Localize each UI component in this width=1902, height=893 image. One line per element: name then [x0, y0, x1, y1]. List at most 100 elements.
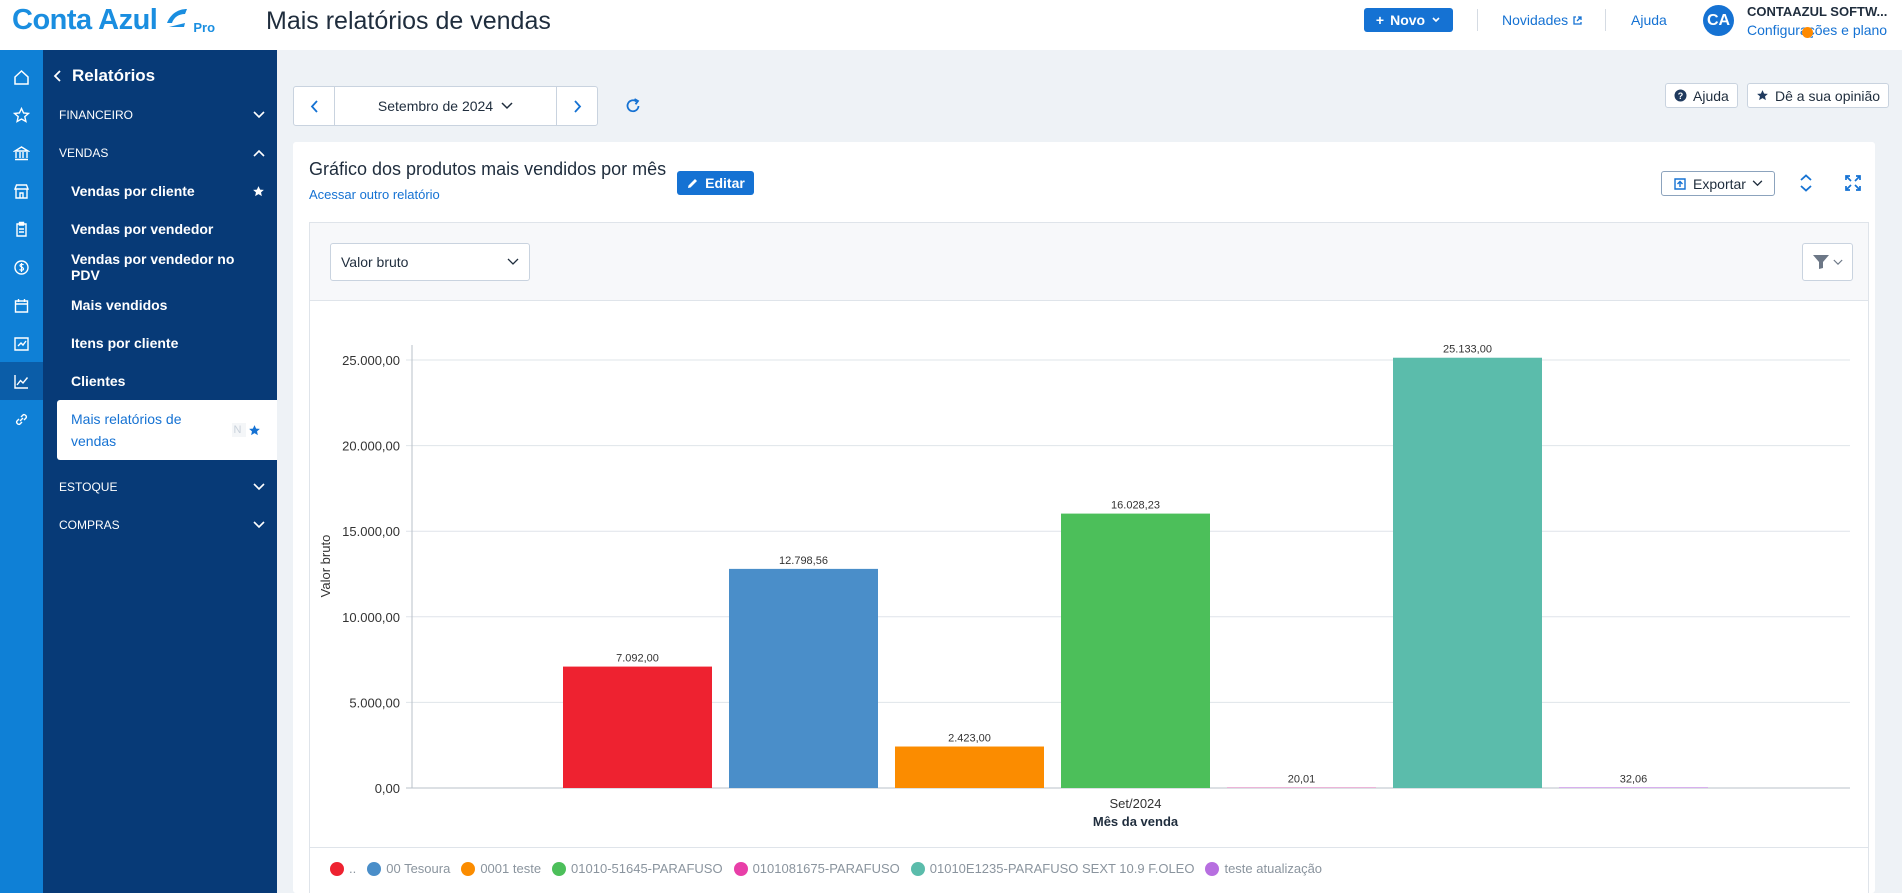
chevron-down-icon: [501, 102, 513, 110]
section-label: FINANCEIRO: [59, 108, 134, 122]
new-button[interactable]: + Novo: [1364, 8, 1453, 32]
legend-color-swatch: [330, 861, 344, 876]
rail-store[interactable]: [0, 172, 43, 210]
sidebar-item-vendas-por-vendedor[interactable]: Vendas por vendedor: [71, 210, 265, 248]
legend-color-swatch: [910, 861, 925, 876]
legend-label: 01010E1235-PARAFUSO SEXT 10.9 F.OLEO: [929, 861, 1195, 876]
section-compras[interactable]: COMPRAS: [59, 506, 265, 544]
calendar-icon: [14, 298, 29, 313]
collapse-expand-button[interactable]: [1795, 172, 1817, 194]
rail-finance[interactable]: [0, 134, 43, 172]
export-button-label: Exportar: [1693, 175, 1746, 192]
legend-item[interactable]: ..: [330, 861, 356, 876]
filter-button[interactable]: [1802, 243, 1853, 281]
bar: [1393, 357, 1542, 788]
legend-item[interactable]: 01010-51645-PARAFUSO: [552, 861, 723, 876]
logo-text: Conta Azul: [12, 4, 158, 36]
sidebar-item-label: Mais relatórios de vendas: [71, 411, 182, 449]
rail-money[interactable]: [0, 248, 43, 286]
chevron-down-icon: [253, 521, 265, 529]
link-icon: [15, 413, 28, 425]
sidebar-item-mais-relatorios[interactable]: Mais relatórios de vendas N: [57, 400, 277, 460]
rail-calendar[interactable]: [0, 286, 43, 324]
chart-container: Valor bruto 0,00 5.000,00 10.000,00 15.000,…: [309, 222, 1869, 893]
section-vendas[interactable]: VENDAS: [59, 134, 265, 172]
config-plan-link[interactable]: Configurações e plano: [1747, 22, 1887, 38]
sidebar-item-label: Vendas por vendedor: [71, 221, 214, 237]
y-tick-label: 10.000,00: [342, 610, 400, 625]
y-tick-label: 20.000,00: [342, 439, 400, 454]
rail-home[interactable]: [0, 58, 43, 96]
sidebar-item-vendas-por-cliente[interactable]: Vendas por cliente: [71, 172, 265, 210]
sidebar-item-itens-por-cliente[interactable]: Itens por cliente: [71, 324, 265, 362]
sidebar-item-label: Itens por cliente: [71, 335, 179, 351]
metric-select[interactable]: Valor bruto: [330, 243, 530, 281]
legend-item[interactable]: teste atualização: [1205, 861, 1322, 876]
upload-icon: [1674, 177, 1686, 190]
bar-value-label: 12.798,56: [779, 555, 828, 567]
sidebar-item-mais-vendidos[interactable]: Mais vendidos: [71, 286, 265, 324]
rail-integrations[interactable]: [0, 400, 43, 438]
help-link[interactable]: Ajuda: [1631, 12, 1667, 28]
next-period-button[interactable]: [557, 87, 597, 125]
section-estoque[interactable]: ESTOQUE: [59, 468, 265, 506]
legend-item[interactable]: 00 Tesoura: [367, 861, 450, 876]
bar: [563, 666, 712, 788]
star-icon[interactable]: [252, 185, 265, 198]
fullscreen-button[interactable]: [1842, 172, 1864, 194]
legend-color-swatch: [367, 861, 382, 876]
y-tick-label: 15.000,00: [342, 524, 400, 539]
logo[interactable]: Conta Azul Pro: [12, 4, 215, 37]
sidebar-item-label: Clientes: [71, 373, 126, 389]
help-button[interactable]: ? Ajuda: [1665, 83, 1738, 108]
filter-icon: [1813, 255, 1829, 269]
company-name[interactable]: CONTAAZUL SOFTW...: [1747, 4, 1897, 19]
bar: [729, 568, 878, 788]
legend-item[interactable]: 0001 teste: [461, 861, 541, 876]
report-panel: Gráfico dos produtos mais vendidos por m…: [293, 142, 1875, 893]
edit-button[interactable]: Editar: [677, 171, 754, 195]
pencil-icon: [688, 178, 698, 188]
sidebar-item-clientes[interactable]: Clientes: [71, 362, 265, 400]
logo-mark-icon: [167, 9, 188, 27]
star-icon[interactable]: [248, 424, 261, 437]
sidebar-item-label: Vendas por cliente: [71, 183, 195, 199]
chart-legend: .. 00 Tesoura 0001 teste 01010-51645-PARAFU…: [330, 861, 1322, 876]
inventory-icon: [14, 336, 29, 351]
bank-icon: [13, 145, 30, 160]
sidebar-back-reports[interactable]: Relatórios: [53, 66, 155, 86]
legend-label: 0101081675-PARAFUSO: [752, 861, 900, 876]
legend-item[interactable]: 0101081675-PARAFUSO: [733, 861, 900, 876]
rail-favorites[interactable]: [0, 96, 43, 134]
dollar-icon: [14, 259, 29, 275]
chart-toolbar: Valor bruto: [310, 223, 1868, 301]
chevron-down-icon: [1432, 17, 1440, 23]
fullscreen-icon: [1845, 175, 1861, 191]
sidebar-item-vendas-por-vendedor-pdv[interactable]: Vendas por vendedor no PDV: [71, 248, 265, 286]
avatar[interactable]: CA: [1703, 5, 1734, 36]
rail-clipboard[interactable]: [0, 210, 43, 248]
other-report-link[interactable]: Acessar outro relatório: [309, 187, 440, 202]
svg-text:?: ?: [1678, 91, 1684, 101]
clipboard-icon: [16, 221, 27, 237]
expand-vertical-icon: [1800, 174, 1812, 192]
bar: [1559, 787, 1708, 788]
refresh-icon[interactable]: [623, 96, 643, 116]
chevron-down-icon: [253, 483, 265, 491]
bar-value-label: 2.423,00: [948, 733, 991, 745]
previous-period-button[interactable]: [294, 87, 334, 125]
rail-inventory[interactable]: [0, 324, 43, 362]
news-link[interactable]: Novidades: [1502, 12, 1583, 28]
feedback-button[interactable]: Dê a sua opinião: [1747, 83, 1890, 108]
news-link-label: Novidades: [1502, 12, 1569, 28]
legend-item[interactable]: 01010E1235-PARAFUSO SEXT 10.9 F.OLEO: [910, 861, 1195, 876]
rail-reports[interactable]: [0, 362, 43, 400]
period-dropdown[interactable]: Setembro de 2024: [334, 87, 557, 125]
export-button[interactable]: Exportar: [1661, 171, 1775, 196]
period-selector: Setembro de 2024: [293, 86, 598, 126]
report-title: Gráfico dos produtos mais vendidos por m…: [309, 159, 667, 179]
divider: [1477, 9, 1478, 31]
section-label: VENDAS: [59, 146, 109, 160]
section-financeiro[interactable]: FINANCEIRO: [59, 96, 265, 134]
legend-color-swatch: [1205, 861, 1220, 876]
